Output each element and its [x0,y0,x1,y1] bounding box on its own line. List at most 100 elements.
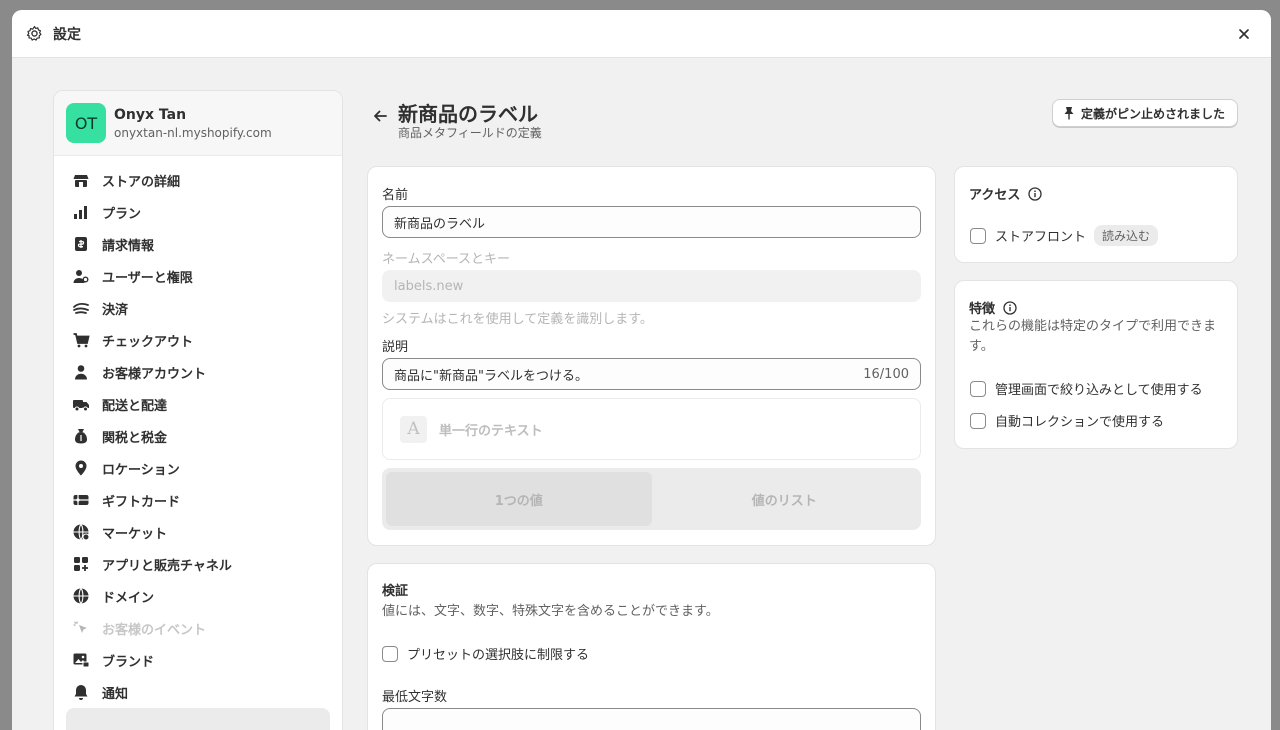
info-icon[interactable] [1028,186,1043,201]
storefront-checkbox-row[interactable]: ストアフロント 読み込む [970,225,1159,246]
arrow-left-icon [374,110,387,122]
sidebar-item-label: ブランド [102,654,155,670]
pinned-button[interactable]: 定義がピン止めされました [1051,99,1238,127]
features-card: 特徴 これらの機能は特定のタイプで利用できます。 管理画面で絞り込みとして使用す… [954,280,1238,449]
min-length-input[interactable] [382,708,921,730]
sidebar-item[interactable]: ロケーション [66,452,330,484]
character-counter: 16/100 [863,366,909,382]
min-length-label: 最低文字数 [382,690,448,705]
sidebar-item-label: アプリと販売チャネル [102,558,232,574]
sidebar-item-label: チェックアウト [102,334,194,350]
sidebar-item-label: プラン [102,206,142,222]
access-card: アクセス ストアフロント 読み込む [954,166,1238,263]
settings-sidebar: OT Onyx Tan onyxtan-nl.myshopify.com ストア… [53,90,343,730]
collection-label: 自動コレクションで使用する [995,415,1165,430]
sidebar-item-label: 関税と税金 [102,430,168,446]
features-description: これらの機能は特定のタイプで利用できます。 [969,319,1217,354]
back-button[interactable] [368,104,392,128]
sidebar-item[interactable]: ブランド [66,644,330,676]
validation-card: 検証 値には、文字、数字、特殊文字を含めることができます。 プリセットの選択肢に… [367,563,936,730]
collection-checkbox[interactable] [970,412,986,429]
store-switcher[interactable]: OT Onyx Tan onyxtan-nl.myshopify.com [54,91,342,156]
type-label: 単一行のテキスト [439,423,543,439]
sidebar-item-label: お客様のイベント [102,622,207,638]
validation-title: 検証 [382,584,409,599]
image-icon [72,651,90,669]
sidebar-item[interactable]: ギフトカード [66,484,330,516]
modal-title: 設定 [53,26,81,43]
filter-label: 管理画面で絞り込みとして使用する [995,383,1203,398]
settings-modal: 設定 OT Onyx Tan onyxtan-nl.myshopify.com … [12,10,1271,730]
sidebar-item-label: 配送と配達 [102,398,168,414]
sidebar-item[interactable]: 配送と配達 [66,388,330,420]
cart-icon [72,331,90,349]
sidebar-item[interactable]: プラン [66,196,330,228]
bell-icon [72,683,90,701]
sidebar-item[interactable]: 決済 [66,292,330,324]
sidebar-item: お客様のイベント [66,612,330,644]
cursor-click-icon [72,619,90,637]
gift-card-icon [72,491,90,509]
text-type-icon: A [400,415,427,443]
list-value-option[interactable]: 値のリスト [652,472,918,526]
sidebar-item[interactable]: 請求情報 [66,228,330,260]
store-name: Onyx Tan [114,106,187,123]
store-domain: onyxtan-nl.myshopify.com [114,125,272,140]
payments-icon [72,299,90,317]
filter-checkbox[interactable] [970,380,986,397]
access-title-text: アクセス [969,188,1021,203]
access-title: アクセス [969,184,1043,203]
money-bag-icon [72,427,90,445]
sidebar-item[interactable]: アプリと販売チャネル [66,548,330,580]
page-subtitle: 商品メタフィールドの定義 [398,126,542,140]
sidebar-item[interactable]: 通知 [66,676,330,708]
sidebar-item-label: 決済 [102,302,129,318]
location-pin-icon [72,459,90,477]
info-icon[interactable] [1003,300,1017,315]
name-input[interactable]: 新商品のラベル [382,206,921,238]
avatar: OT [66,103,106,143]
filter-checkbox-row[interactable]: 管理画面で絞り込みとして使用する [970,379,1203,398]
description-label: 説明 [382,340,409,355]
sidebar-nav: ストアの詳細 プラン請求情報ユーザーと権限 決済チェックアウトお客様アカウント配送と… [54,156,342,730]
validation-description: 値には、文字、数字、特殊文字を含めることができます。 [382,604,719,619]
sidebar-item[interactable]: チェックアウト [66,324,330,356]
sidebar-item[interactable]: ドメイン [66,580,330,612]
value-mode-toggle: 1つの値 値のリスト [382,468,921,530]
sidebar-item[interactable]: ユーザーと権限 [66,260,330,292]
preset-checkbox-row[interactable]: プリセットの選択肢に制限する [382,644,589,663]
store-icon [72,171,90,189]
name-input-value: 新商品のラベル [394,216,486,232]
close-button[interactable] [1231,21,1257,47]
collection-checkbox-row[interactable]: 自動コレクションで使用する [970,411,1164,430]
namespace-label: ネームスペースとキー [382,252,511,267]
sidebar-item[interactable]: マーケット [66,516,330,548]
sidebar-item-label: ストアの詳細 [102,174,181,190]
sidebar-item-label: ドメイン [102,590,155,606]
sidebar-item[interactable]: 関税と税金 [66,420,330,452]
sidebar-item[interactable]: お客様アカウント [66,356,330,388]
sidebar-item[interactable]: ストアの詳細 [66,164,330,196]
sidebar-item-label: ギフトカード [102,494,181,510]
pinned-button-label: 定義がピン止めされました [1080,106,1225,121]
sidebar-item-label: ユーザーと権限 [102,270,193,286]
gear-icon [26,25,43,42]
apps-icon [72,555,90,573]
plan-icon [72,203,90,221]
page-header: 新商品のラベル 商品メタフィールドの定義 定義がピン止めされました [368,96,1238,146]
preset-checkbox[interactable] [382,645,398,662]
storefront-badge: 読み込む [1094,225,1159,246]
users-icon [72,267,90,285]
storefront-checkbox[interactable] [970,227,986,244]
description-value: 商品に"新商品"ラベルをつける。 [394,368,588,384]
description-input[interactable]: 商品に"新商品"ラベルをつける。 16/100 [382,358,921,390]
type-selector: A 単一行のテキスト [382,398,921,460]
storefront-label: ストアフロント [995,230,1087,245]
modal-header: 設定 [12,10,1271,58]
sidebar-item-label: マーケット [102,526,168,542]
single-value-option[interactable]: 1つの値 [386,472,652,526]
domain-globe-icon [72,587,90,605]
person-icon [72,363,90,381]
features-title: 特徴 [969,298,1017,317]
sidebar-item-active[interactable] [66,708,330,730]
